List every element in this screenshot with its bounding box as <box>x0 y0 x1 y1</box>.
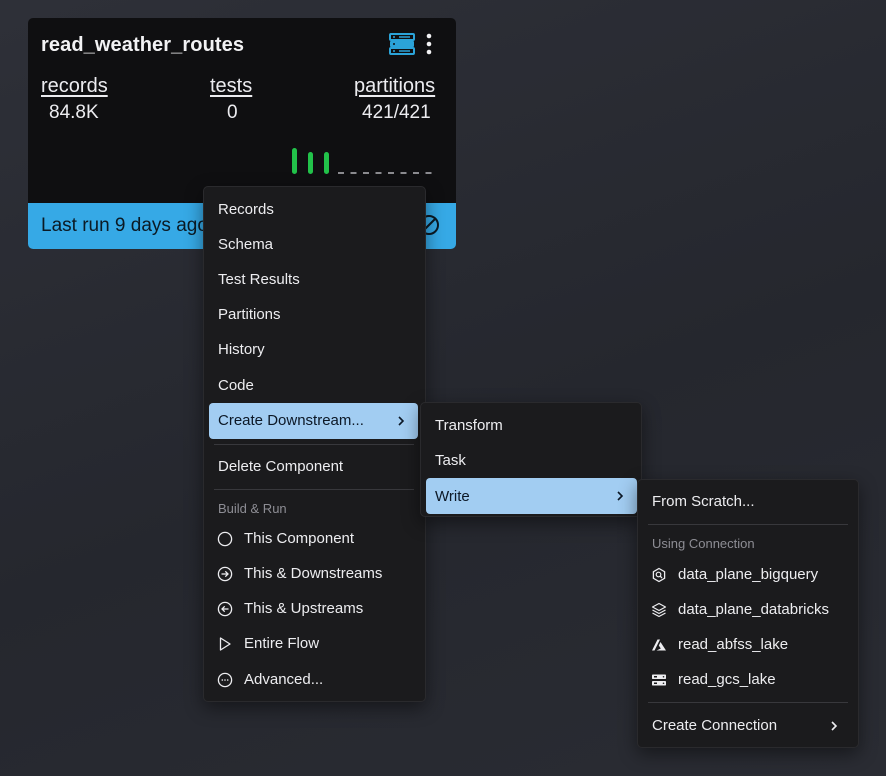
connection-item-gcs[interactable]: read_gcs_lake <box>643 663 851 697</box>
menu-item-delete-component[interactable]: Delete Component <box>209 450 418 484</box>
write-submenu: From Scratch... Using Connection data_pl… <box>637 479 859 748</box>
component-title: read_weather_routes <box>41 34 245 56</box>
menu-item-run-entire-flow[interactable]: Entire Flow <box>209 627 418 661</box>
using-connection-header: Using Connection <box>652 536 755 551</box>
database-server-icon <box>389 33 415 55</box>
stat-records-value: 84.8K <box>49 102 99 123</box>
run-success-bar <box>308 152 313 174</box>
bigquery-icon <box>652 567 666 583</box>
circle-icon <box>217 531 233 547</box>
menu-divider <box>214 444 414 445</box>
menu-item-code[interactable]: Code <box>209 369 418 403</box>
menu-item-run-downstreams[interactable]: This & Downstreams <box>209 557 418 591</box>
gcs-server-icon <box>652 674 666 686</box>
run-empty-tick <box>350 172 357 174</box>
stat-partitions-label[interactable]: partitions <box>354 75 435 98</box>
menu-item-run-upstreams[interactable]: This & Upstreams <box>209 592 418 626</box>
run-empty-tick <box>400 172 407 174</box>
stat-partitions-value: 421/421 <box>362 102 431 123</box>
menu-item-create-downstream[interactable]: Create Downstream... <box>209 403 418 439</box>
menu-item-schema[interactable]: Schema <box>209 228 418 262</box>
submenu-item-task[interactable]: Task <box>426 444 634 478</box>
run-success-bar <box>292 148 297 174</box>
arrow-left-circle-icon <box>217 601 233 617</box>
kebab-menu-icon[interactable] <box>423 32 435 56</box>
menu-item-partitions[interactable]: Partitions <box>209 298 418 332</box>
connection-item-databricks[interactable]: data_plane_databricks <box>643 593 851 627</box>
more-circle-icon <box>217 672 233 688</box>
stat-tests-label[interactable]: tests <box>210 75 252 98</box>
component-context-menu: Records Schema Test Results Partitions H… <box>203 186 426 702</box>
menu-item-run-this-component[interactable]: This Component <box>209 522 418 556</box>
stat-records-label[interactable]: records <box>41 75 108 98</box>
run-empty-tick <box>363 172 369 174</box>
menu-item-history[interactable]: History <box>209 333 418 367</box>
play-icon <box>219 637 231 651</box>
chevron-right-icon <box>617 491 624 501</box>
menu-divider <box>648 702 848 703</box>
chevron-right-icon <box>398 416 405 426</box>
create-downstream-submenu: Transform Task Write <box>420 402 642 517</box>
menu-item-run-advanced[interactable]: Advanced... <box>209 663 418 697</box>
connection-item-bigquery[interactable]: data_plane_bigquery <box>643 558 851 592</box>
menu-item-test-results[interactable]: Test Results <box>209 263 418 297</box>
stat-tests-value: 0 <box>227 102 238 123</box>
run-empty-tick <box>388 172 394 174</box>
run-success-bar <box>324 152 329 174</box>
write-item-create-connection[interactable]: Create Connection <box>643 709 851 743</box>
build-run-section-header: Build & Run <box>218 501 287 516</box>
submenu-item-write[interactable]: Write <box>426 478 637 514</box>
menu-item-records[interactable]: Records <box>209 193 418 227</box>
azure-icon <box>652 639 666 651</box>
menu-divider <box>648 524 848 525</box>
chevron-right-icon <box>831 721 838 731</box>
databricks-icon <box>651 602 667 618</box>
run-empty-tick <box>338 172 344 174</box>
connection-item-abfss[interactable]: read_abfss_lake <box>643 628 851 662</box>
submenu-item-transform[interactable]: Transform <box>426 409 634 443</box>
menu-divider <box>214 489 414 490</box>
run-empty-tick <box>375 172 382 174</box>
run-history-sparkline <box>292 148 432 174</box>
run-empty-tick <box>413 172 419 174</box>
write-item-from-scratch[interactable]: From Scratch... <box>643 485 851 519</box>
run-empty-tick <box>425 172 432 174</box>
last-run-text: Last run 9 days ago <box>41 215 208 236</box>
arrow-right-circle-icon <box>217 566 233 582</box>
